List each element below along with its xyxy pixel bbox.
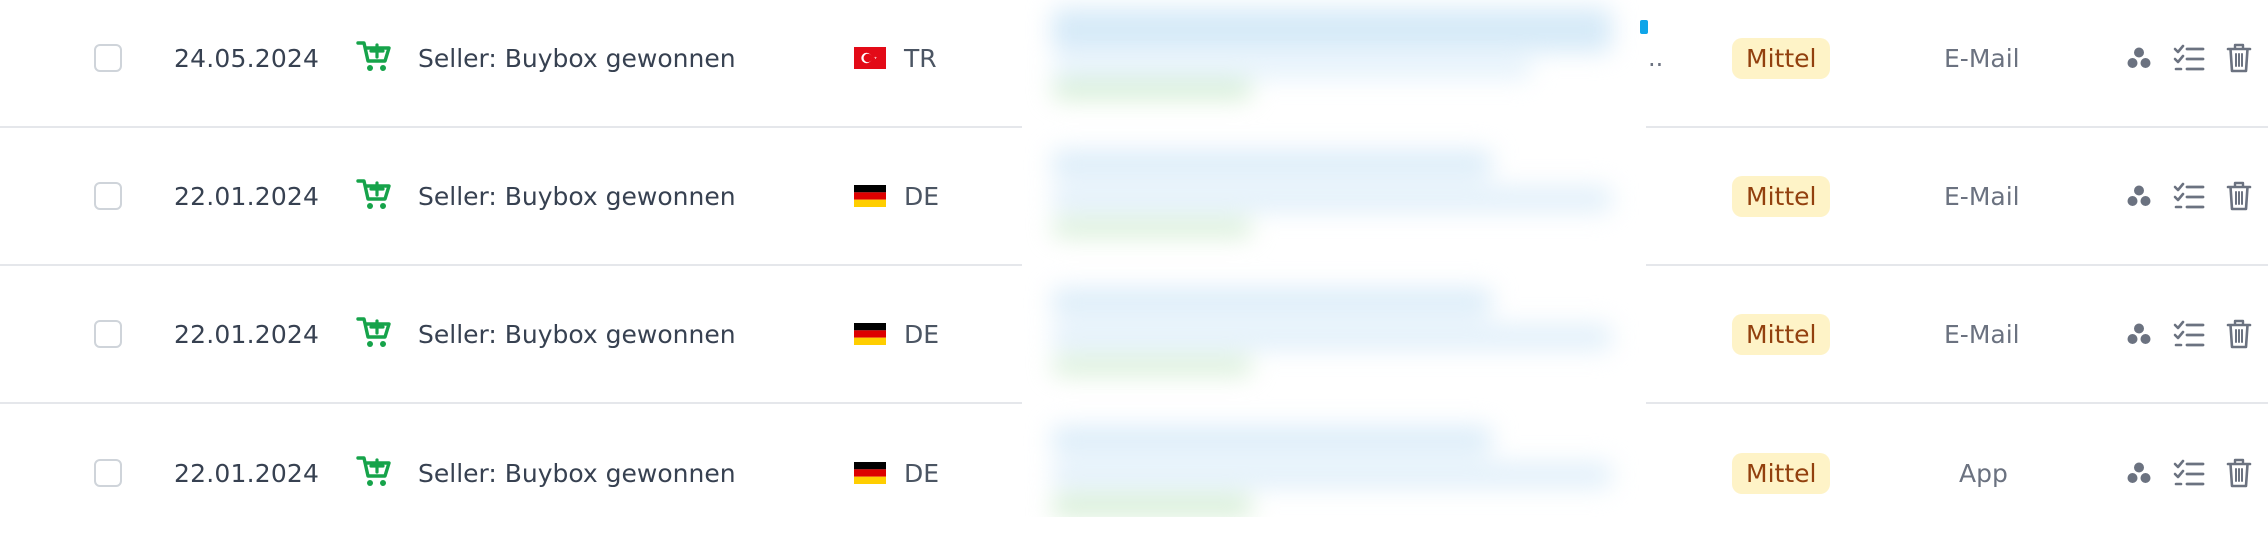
country-code: TR: [904, 43, 937, 73]
group-icon[interactable]: [2122, 179, 2156, 213]
priority-badge: Mittel: [1732, 175, 1831, 217]
notification-type-label: Seller: Buybox gewonnen: [418, 181, 736, 211]
date-cell: 22.01.2024: [174, 181, 320, 211]
priority-badge: Mittel: [1732, 452, 1831, 494]
checklist-icon[interactable]: [2172, 41, 2206, 75]
channel-label: App: [1959, 458, 2008, 488]
trash-icon[interactable]: [2222, 179, 2256, 213]
trash-icon[interactable]: [2222, 456, 2256, 490]
row-checkbox[interactable]: [94, 459, 122, 487]
date-cell: 22.01.2024: [174, 458, 320, 488]
cart-plus-icon: [356, 39, 392, 77]
priority-badge: Mittel: [1732, 313, 1831, 355]
date-cell: 24.05.2024: [174, 43, 320, 73]
priority-badge: Mittel: [1732, 37, 1831, 79]
checklist-icon[interactable]: [2172, 179, 2206, 213]
group-icon[interactable]: [2122, 317, 2156, 351]
checklist-icon[interactable]: [2172, 456, 2206, 490]
notification-type-label: Seller: Buybox gewonnen: [418, 458, 736, 488]
row-checkbox-cell: [94, 0, 122, 126]
country-code: DE: [904, 458, 940, 488]
cart-plus-icon: [356, 315, 392, 353]
trash-icon[interactable]: [2222, 317, 2256, 351]
trash-icon[interactable]: [2222, 41, 2256, 75]
germany-flag-icon: [854, 323, 886, 345]
row-checkbox[interactable]: [94, 320, 122, 348]
channel-label: E-Mail: [1944, 181, 2020, 211]
country-code: DE: [904, 181, 940, 211]
notifications-table: 24.05.2024 Seller: Buybox gewonnen TR Mi…: [0, 0, 2268, 517]
notification-type-label: Seller: Buybox gewonnen: [418, 319, 736, 349]
country-code: DE: [904, 319, 940, 349]
group-icon[interactable]: [2122, 456, 2156, 490]
checklist-icon[interactable]: [2172, 317, 2206, 351]
cart-plus-icon: [356, 177, 392, 215]
row-checkbox[interactable]: [94, 182, 122, 210]
date-cell: 22.01.2024: [174, 319, 320, 349]
row-checkbox[interactable]: [94, 44, 122, 72]
link-fragment: [1640, 20, 1648, 34]
channel-label: E-Mail: [1944, 319, 2020, 349]
truncation-ellipsis: ..: [1648, 44, 1664, 72]
group-icon[interactable]: [2122, 41, 2156, 75]
turkey-flag-icon: [854, 47, 886, 69]
cart-plus-icon: [356, 454, 392, 492]
redacted-product-column: [1022, 0, 1646, 517]
notification-type-label: Seller: Buybox gewonnen: [418, 43, 736, 73]
channel-label: E-Mail: [1944, 43, 2020, 73]
germany-flag-icon: [854, 185, 886, 207]
germany-flag-icon: [854, 462, 886, 484]
